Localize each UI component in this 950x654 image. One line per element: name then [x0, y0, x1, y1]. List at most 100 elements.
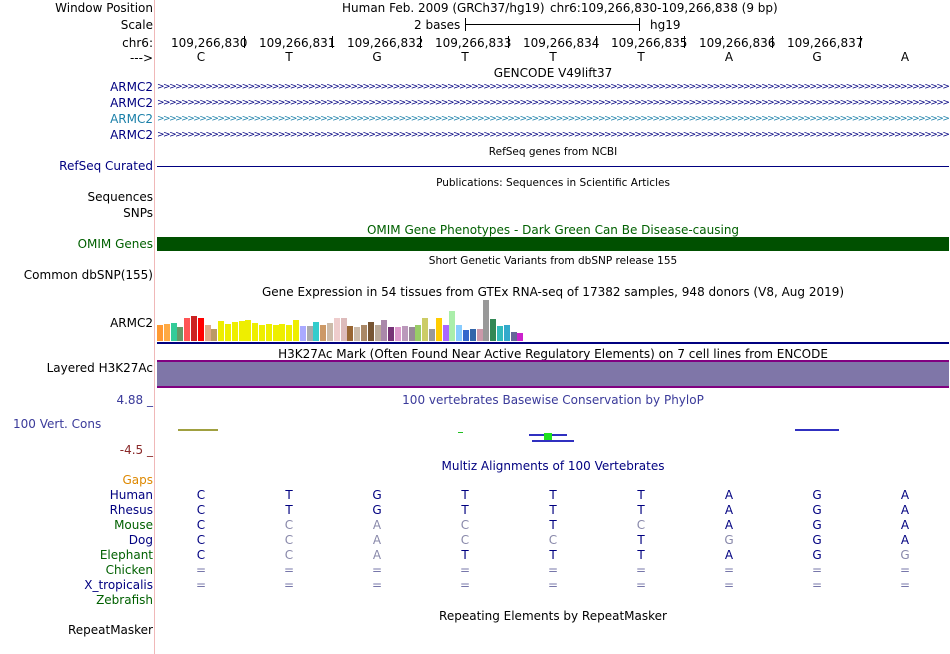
gtex-tissue-bar[interactable]	[436, 318, 442, 341]
gencode-gene-label[interactable]: ARMC2	[110, 80, 153, 94]
gtex-tissue-bar[interactable]	[504, 325, 510, 341]
gtex-tissue-bar[interactable]	[177, 327, 183, 341]
h3k27ac-signal[interactable]	[157, 362, 949, 386]
repeatmasker-track-label[interactable]: RepeatMasker	[68, 623, 153, 637]
refseq-gene-line[interactable]	[157, 166, 949, 167]
gtex-tissue-bar[interactable]	[415, 325, 421, 341]
gaps-label: Gaps	[122, 473, 153, 487]
aligned-base: G	[372, 503, 382, 517]
phylop-track-label[interactable]: 100 Vert. Cons	[13, 417, 101, 431]
aligned-base: =	[195, 563, 207, 577]
gencode-gene-label[interactable]: ARMC2	[110, 96, 153, 110]
gencode-gene-line[interactable]: >>>>>>>>>>>>>>>>>>>>>>>>>>>>>>>>>>>>>>>>…	[157, 83, 949, 92]
gtex-tissue-bar[interactable]	[191, 316, 197, 341]
gtex-tissue-bar[interactable]	[517, 333, 523, 341]
gtex-tissue-bar[interactable]	[429, 329, 435, 341]
species-label[interactable]: Human	[110, 488, 153, 502]
gtex-tissue-bar[interactable]	[218, 321, 224, 341]
aligned-base: G	[812, 518, 822, 532]
gtex-tissue-bar[interactable]	[483, 300, 489, 341]
omim-gene-bar[interactable]	[157, 237, 949, 251]
gtex-track-label[interactable]: ARMC2	[110, 316, 153, 330]
gtex-tissue-bar[interactable]	[252, 323, 258, 341]
refseq-track-label[interactable]: RefSeq Curated	[59, 159, 153, 173]
aligned-base: =	[635, 578, 647, 592]
gtex-tissue-bar[interactable]	[320, 325, 326, 341]
ruler-tick	[508, 36, 509, 48]
gtex-tissue-bar[interactable]	[490, 319, 496, 341]
aligned-base: T	[461, 488, 469, 502]
sequences-label[interactable]: Sequences	[88, 190, 153, 204]
gtex-tissue-bar[interactable]	[198, 318, 204, 341]
gtex-tissue-bar[interactable]	[259, 325, 265, 341]
gtex-tissue-bar[interactable]	[347, 326, 353, 341]
gencode-gene-line[interactable]: >>>>>>>>>>>>>>>>>>>>>>>>>>>>>>>>>>>>>>>>…	[157, 131, 949, 140]
gtex-tissue-bar[interactable]	[381, 320, 387, 341]
gtex-tissue-bar[interactable]	[300, 326, 306, 341]
gtex-tissue-bar[interactable]	[334, 318, 340, 341]
gtex-tissue-bar[interactable]	[402, 326, 408, 341]
aligned-base: T	[549, 503, 557, 517]
species-label[interactable]: Elephant	[100, 548, 153, 562]
ruler-position-label: 109,266,834	[523, 36, 600, 50]
species-label[interactable]: Mouse	[114, 518, 153, 532]
gtex-tissue-bar[interactable]	[245, 320, 251, 341]
ruler-position-label: 109,266,830	[171, 36, 248, 50]
gtex-tissue-bar[interactable]	[225, 324, 231, 341]
strand-label: --->	[129, 51, 153, 65]
ruler-position-label: 109,266,832	[347, 36, 424, 50]
species-label[interactable]: X_tropicalis	[84, 578, 153, 592]
gtex-tissue-bar[interactable]	[354, 327, 360, 341]
gtex-tissue-bar[interactable]	[313, 322, 319, 341]
gtex-tissue-bar[interactable]	[279, 324, 285, 341]
snps-label[interactable]: SNPs	[123, 206, 153, 220]
aligned-base: G	[900, 548, 910, 562]
aligned-base: T	[285, 503, 293, 517]
gtex-tissue-bar[interactable]	[368, 322, 374, 341]
scale-assembly: hg19	[650, 18, 681, 32]
dbsnp-track-label[interactable]: Common dbSNP(155)	[24, 268, 153, 282]
gtex-tissue-bar[interactable]	[497, 326, 503, 341]
h3k27ac-track-title: H3K27Ac Mark (Often Found Near Active Re…	[278, 347, 828, 361]
gtex-tissue-bar[interactable]	[327, 323, 333, 341]
phylop-bar	[532, 440, 574, 442]
gtex-tissue-bar[interactable]	[211, 329, 217, 341]
gtex-tissue-bar[interactable]	[266, 324, 272, 341]
species-label[interactable]: Dog	[129, 533, 153, 547]
aligned-base: =	[635, 563, 647, 577]
gtex-tissue-bar[interactable]	[286, 325, 292, 341]
species-label[interactable]: Zebrafish	[96, 593, 153, 607]
gencode-gene-line[interactable]: >>>>>>>>>>>>>>>>>>>>>>>>>>>>>>>>>>>>>>>>…	[157, 99, 949, 108]
gtex-tissue-bar[interactable]	[422, 318, 428, 341]
gtex-tissue-bar[interactable]	[463, 330, 469, 341]
aligned-base: A	[900, 518, 910, 532]
gencode-gene-line[interactable]: >>>>>>>>>>>>>>>>>>>>>>>>>>>>>>>>>>>>>>>>…	[157, 115, 949, 124]
aligned-base: A	[900, 503, 910, 517]
aligned-base: A	[372, 533, 382, 547]
species-label[interactable]: Rhesus	[110, 503, 153, 517]
gtex-tissue-bar[interactable]	[157, 325, 163, 341]
gtex-tissue-bar[interactable]	[449, 311, 455, 341]
ruler-tick	[420, 36, 421, 48]
gtex-tissue-bar[interactable]	[164, 324, 170, 341]
aligned-base: T	[549, 548, 557, 562]
publications-track-title: Publications: Sequences in Scientific Ar…	[436, 177, 670, 189]
gencode-gene-label[interactable]: ARMC2	[110, 128, 153, 142]
gtex-tissue-bar[interactable]	[456, 325, 462, 341]
gencode-gene-label[interactable]: ARMC2	[110, 112, 153, 126]
gtex-tissue-bar[interactable]	[395, 327, 401, 341]
aligned-base: A	[372, 548, 382, 562]
gtex-tissue-bar[interactable]	[361, 325, 367, 341]
gtex-tissue-bar[interactable]	[184, 318, 190, 341]
gtex-tissue-bar[interactable]	[470, 329, 476, 341]
gtex-tissue-bar[interactable]	[293, 320, 299, 341]
omim-track-label[interactable]: OMIM Genes	[78, 237, 153, 251]
aligned-base: T	[637, 548, 645, 562]
gtex-tissue-bar[interactable]	[388, 327, 394, 341]
gtex-tissue-bar[interactable]	[232, 322, 238, 341]
aligned-base: A	[724, 488, 734, 502]
aligned-base: A	[372, 518, 382, 532]
species-label[interactable]: Chicken	[106, 563, 153, 577]
aligned-base: C	[196, 503, 206, 517]
h3k27ac-track-label[interactable]: Layered H3K27Ac	[47, 361, 153, 375]
